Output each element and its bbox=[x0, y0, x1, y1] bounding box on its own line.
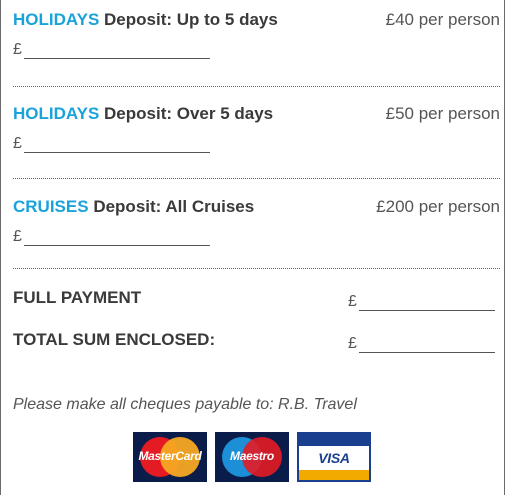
currency-symbol: £ bbox=[13, 228, 22, 245]
deposit-cruises: CRUISES Deposit: All Cruises £200 per pe… bbox=[13, 197, 504, 257]
amount-line[interactable] bbox=[23, 227, 210, 246]
deposit-heading: HOLIDAYS Deposit: Up to 5 days bbox=[13, 10, 278, 30]
mastercard-logo: MasterCard bbox=[133, 432, 207, 482]
full-payment-row: FULL PAYMENT £ bbox=[13, 288, 498, 314]
currency-symbol: £ bbox=[13, 135, 22, 152]
deposit-heading: HOLIDAYS Deposit: Over 5 days bbox=[13, 104, 273, 124]
deposit-holidays-short: HOLIDAYS Deposit: Up to 5 days £40 per p… bbox=[13, 10, 504, 70]
total-sum-row: TOTAL SUM ENCLOSED: £ bbox=[13, 330, 498, 356]
deposit-heading: CRUISES Deposit: All Cruises bbox=[13, 197, 254, 217]
visa-logo: VISA bbox=[297, 432, 371, 482]
deposit-price: £50 per person bbox=[385, 104, 500, 123]
deposit-label: Deposit: Up to 5 days bbox=[104, 10, 278, 29]
total-sum-label: TOTAL SUM ENCLOSED: bbox=[13, 330, 216, 349]
total-sum-field[interactable]: £ bbox=[348, 330, 495, 353]
currency-symbol: £ bbox=[348, 335, 357, 352]
deposit-label: Deposit: All Cruises bbox=[93, 197, 255, 216]
full-payment-label: FULL PAYMENT bbox=[13, 288, 142, 307]
amount-line[interactable] bbox=[358, 330, 495, 353]
visa-text: VISA bbox=[318, 450, 350, 466]
deposit-category: CRUISES bbox=[13, 197, 89, 216]
maestro-text: Maestro bbox=[230, 449, 274, 463]
accepted-cards: MasterCard Maestro VISA bbox=[133, 432, 371, 482]
deposit-price: £200 per person bbox=[376, 197, 500, 216]
deposit-category: HOLIDAYS bbox=[13, 104, 100, 123]
amount-line[interactable] bbox=[23, 134, 210, 153]
deposit-category: HOLIDAYS bbox=[13, 10, 100, 29]
maestro-logo: Maestro bbox=[215, 432, 289, 482]
deposit-amount-field[interactable]: £ bbox=[13, 40, 210, 59]
cheque-note: Please make all cheques payable to: R.B.… bbox=[13, 396, 357, 413]
deposit-holidays-long: HOLIDAYS Deposit: Over 5 days £50 per pe… bbox=[13, 104, 504, 164]
payment-form: HOLIDAYS Deposit: Up to 5 days £40 per p… bbox=[0, 0, 505, 495]
divider bbox=[13, 178, 500, 179]
deposit-amount-field[interactable]: £ bbox=[13, 134, 210, 153]
divider bbox=[13, 268, 500, 269]
divider bbox=[13, 86, 500, 87]
deposit-label: Deposit: Over 5 days bbox=[104, 104, 274, 123]
currency-symbol: £ bbox=[13, 41, 22, 58]
deposit-amount-field[interactable]: £ bbox=[13, 227, 210, 246]
currency-symbol: £ bbox=[348, 293, 357, 310]
mastercard-text: MasterCard bbox=[138, 449, 202, 463]
full-payment-field[interactable]: £ bbox=[348, 288, 495, 311]
amount-line[interactable] bbox=[358, 288, 495, 311]
deposit-price: £40 per person bbox=[385, 10, 500, 29]
amount-line[interactable] bbox=[23, 40, 210, 59]
